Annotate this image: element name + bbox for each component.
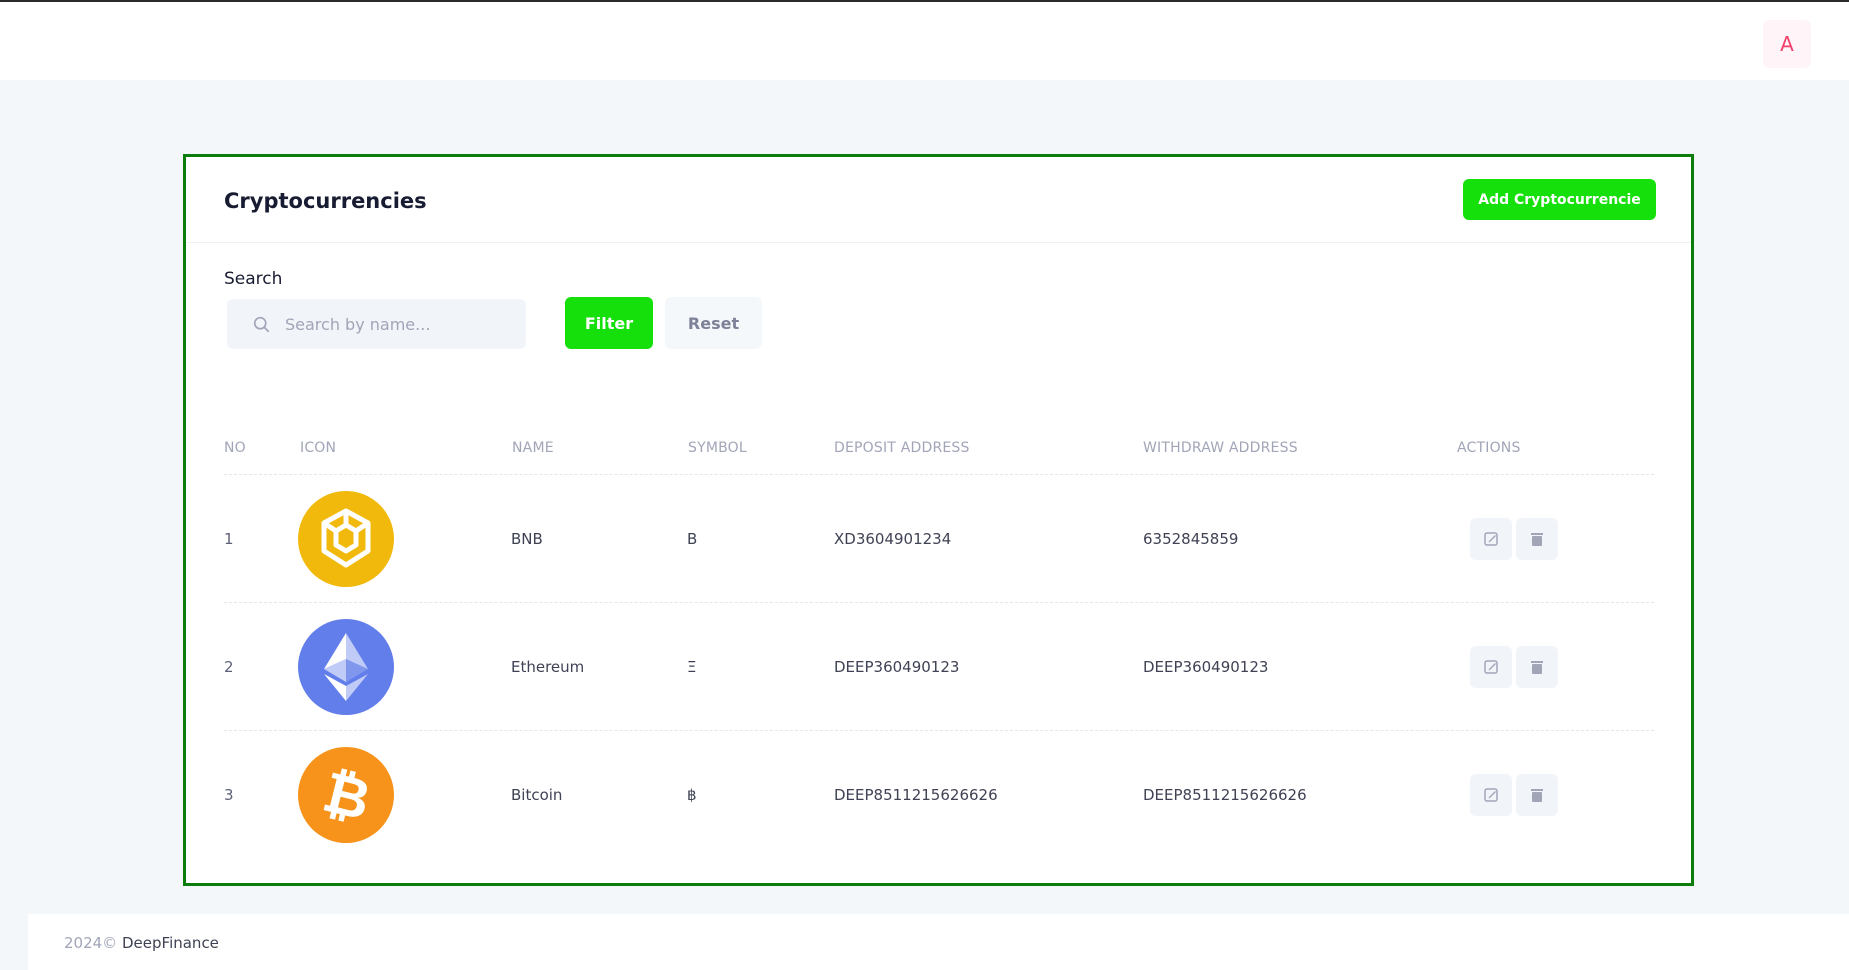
column-header-no: NO bbox=[224, 440, 246, 456]
column-header-symbol: SYMBOL bbox=[688, 440, 747, 456]
delete-button[interactable] bbox=[1516, 774, 1558, 816]
crypto-symbol: B bbox=[687, 530, 698, 548]
delete-button[interactable] bbox=[1516, 518, 1558, 560]
trash-icon bbox=[1531, 661, 1543, 674]
pencil-icon bbox=[1484, 788, 1498, 802]
column-header-actions: ACTIONS bbox=[1457, 440, 1521, 456]
column-header-icon: ICON bbox=[300, 440, 337, 456]
footer-copyright-year: 2024© bbox=[64, 934, 118, 952]
column-header-deposit-address: DEPOSIT ADDRESS bbox=[834, 440, 970, 456]
crypto-symbol: ฿ bbox=[687, 786, 697, 804]
bitcoin-icon: ₿ bbox=[298, 747, 394, 843]
crypto-name: Ethereum bbox=[511, 658, 585, 676]
row-number: 2 bbox=[224, 658, 234, 676]
footer-brand-link[interactable]: DeepFinance bbox=[122, 934, 219, 952]
crypto-symbol: Ξ bbox=[687, 658, 697, 676]
top-header: A bbox=[0, 0, 1849, 80]
crypto-name: Bitcoin bbox=[511, 786, 563, 804]
reset-button[interactable]: Reset bbox=[665, 297, 762, 349]
deposit-address: DEEP8511215626626 bbox=[834, 786, 998, 804]
search-input[interactable] bbox=[285, 299, 515, 349]
row-number: 1 bbox=[224, 530, 234, 548]
footer: 2024© DeepFinance bbox=[28, 914, 1849, 970]
crypto-name: BNB bbox=[511, 530, 543, 548]
search-label: Search bbox=[224, 269, 283, 289]
withdraw-address: DEEP8511215626626 bbox=[1143, 786, 1307, 804]
ethereum-icon bbox=[298, 619, 394, 715]
table-row: 3 ₿ Bitcoin ฿ DEEP8511215626626 DEEP8511… bbox=[186, 731, 1691, 859]
withdraw-address: 6352845859 bbox=[1143, 530, 1239, 548]
add-cryptocurrency-button[interactable]: Add Cryptocurrencie bbox=[1463, 179, 1656, 220]
row-number: 3 bbox=[224, 786, 234, 804]
withdraw-address: DEEP360490123 bbox=[1143, 658, 1269, 676]
search-icon bbox=[253, 316, 270, 333]
user-avatar[interactable]: A bbox=[1763, 20, 1811, 68]
deposit-address: DEEP360490123 bbox=[834, 658, 960, 676]
page-title: Cryptocurrencies bbox=[224, 189, 427, 213]
pencil-icon bbox=[1484, 532, 1498, 546]
trash-icon bbox=[1531, 789, 1543, 802]
table-row: 1 BNB B XD3604901234 6352845859 bbox=[186, 475, 1691, 603]
column-header-name: NAME bbox=[512, 440, 554, 456]
bnb-icon bbox=[298, 491, 394, 587]
trash-icon bbox=[1531, 533, 1543, 546]
deposit-address: XD3604901234 bbox=[834, 530, 952, 548]
column-header-withdraw-address: WITHDRAW ADDRESS bbox=[1143, 440, 1298, 456]
pencil-icon bbox=[1484, 660, 1498, 674]
avatar-letter: A bbox=[1780, 32, 1794, 56]
edit-button[interactable] bbox=[1470, 646, 1512, 688]
cryptocurrencies-card: Cryptocurrencies Add Cryptocurrencie Sea… bbox=[183, 154, 1694, 886]
edit-button[interactable] bbox=[1470, 774, 1512, 816]
card-header: Cryptocurrencies Add Cryptocurrencie bbox=[186, 157, 1691, 243]
delete-button[interactable] bbox=[1516, 646, 1558, 688]
table-row: 2 Ethereum Ξ DEEP360490123 DEEP360490123 bbox=[186, 603, 1691, 731]
filter-button[interactable]: Filter bbox=[565, 297, 653, 349]
search-box[interactable] bbox=[227, 299, 526, 349]
edit-button[interactable] bbox=[1470, 518, 1512, 560]
